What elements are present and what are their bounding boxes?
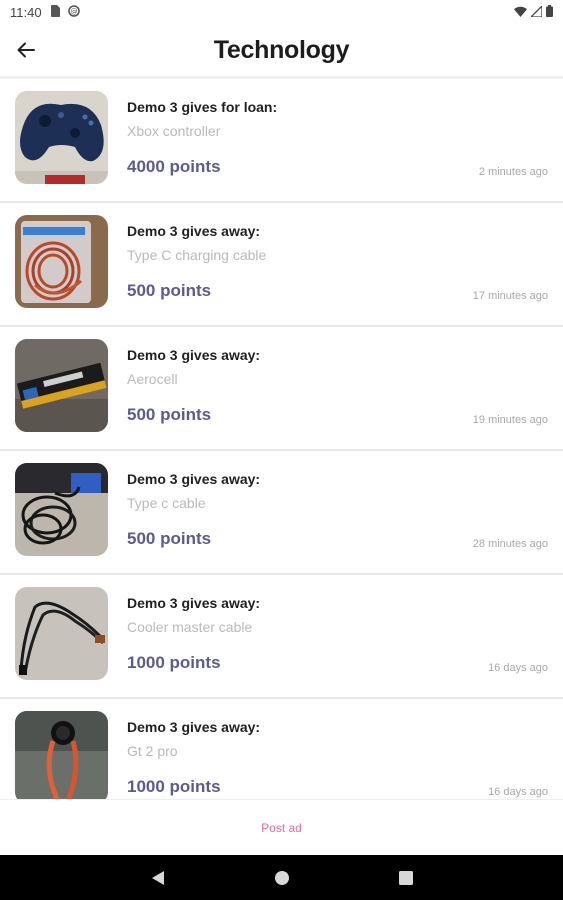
item-giver: Demo 3 gives away:: [127, 719, 261, 735]
system-nav-bar: [0, 855, 563, 900]
item-giver: Demo 3 gives away:: [127, 223, 261, 239]
item-time: 2 minutes ago: [478, 166, 548, 178]
item-points: 1000 points: [127, 777, 221, 796]
item-giver: Demo 3 gives away:: [127, 471, 261, 487]
item-thumbnail: [15, 711, 108, 799]
item-name: Type c cable: [127, 495, 206, 511]
nav-back-button[interactable]: [146, 866, 170, 890]
bottom-action-bar: Post ad: [0, 799, 563, 855]
circle-home-icon: [274, 870, 289, 885]
svg-text:@: @: [70, 7, 77, 15]
list-item[interactable]: Demo 3 gives away: Type C charging cable…: [0, 203, 563, 327]
sync-icon: @: [67, 4, 80, 20]
item-name: Cooler master cable: [127, 619, 253, 635]
app-bar: Technology: [0, 24, 563, 76]
square-recents-icon: [398, 870, 413, 885]
item-thumbnail: [15, 463, 108, 556]
item-giver: Demo 3 gives for loan:: [127, 99, 278, 115]
nav-recents-button[interactable]: [394, 866, 418, 890]
list-item[interactable]: Demo 3 gives away: Type c cable 500 poin…: [0, 451, 563, 575]
item-giver: Demo 3 gives away:: [127, 595, 261, 611]
nav-home-button[interactable]: [270, 866, 294, 890]
item-points: 1000 points: [127, 653, 221, 672]
item-points: 500 points: [127, 405, 212, 424]
wifi-icon: [514, 5, 527, 20]
back-button[interactable]: [12, 36, 40, 64]
item-thumbnail: [15, 215, 108, 308]
triangle-back-icon: [151, 870, 164, 885]
list-item[interactable]: Demo 3 gives away: Aerocell 500 points 1…: [0, 327, 563, 451]
item-name: Xbox controller: [127, 123, 221, 139]
item-time: 17 minutes ago: [472, 290, 548, 302]
item-time: 16 days ago: [488, 662, 548, 674]
item-name: Gt 2 pro: [127, 743, 178, 759]
item-giver: Demo 3 gives away:: [127, 347, 261, 363]
item-points: 500 points: [127, 281, 212, 300]
item-name: Aerocell: [127, 371, 178, 387]
arrow-back-icon: [17, 42, 35, 58]
item-thumbnail: [15, 339, 108, 432]
item-points: 500 points: [127, 529, 212, 548]
list-item[interactable]: Demo 3 gives away: Cooler master cable 1…: [0, 575, 563, 699]
item-time: 19 minutes ago: [472, 414, 548, 426]
battery-icon: [546, 4, 553, 20]
item-points: 4000 points: [127, 157, 221, 176]
item-time: 16 days ago: [488, 786, 548, 798]
item-thumbnail: [15, 91, 108, 184]
list-item[interactable]: Demo 3 gives away: Gt 2 pro 1000 points …: [0, 699, 563, 799]
signal-icon: [529, 3, 543, 20]
ad-list[interactable]: Demo 3 gives for loan: Xbox controller 4…: [0, 79, 563, 799]
status-bar: 11:40 @: [0, 0, 563, 24]
list-item[interactable]: Demo 3 gives for loan: Xbox controller 4…: [0, 79, 563, 203]
item-name: Type C charging cable: [127, 247, 267, 263]
item-time: 28 minutes ago: [472, 538, 548, 550]
item-thumbnail: [15, 587, 108, 680]
status-time: 11:40: [10, 4, 42, 20]
sim-card-icon: [50, 4, 60, 20]
post-ad-button[interactable]: Post ad: [261, 821, 302, 835]
page-title: Technology: [213, 35, 350, 64]
